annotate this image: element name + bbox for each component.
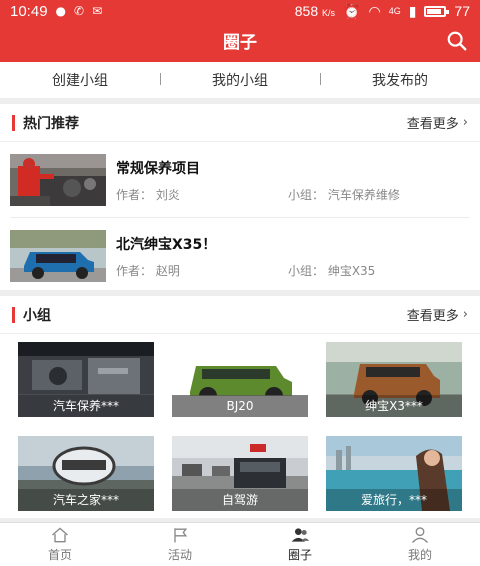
missed-call-icon: ✆ <box>74 4 85 18</box>
group-card[interactable]: 汽车保养*** <box>18 342 154 417</box>
bottom-nav: 首页 活动 圈子 我的 <box>0 522 480 566</box>
group-card[interactable]: 爱旅行，*** <box>326 436 462 511</box>
nav-label: 我的 <box>407 548 432 562</box>
group-label: 自驾游 <box>172 489 308 511</box>
tab-bar: 创建小组 我的小组 我发布的 <box>0 62 480 98</box>
groups-section: 小组 查看更多 › 汽车保养*** BJ20 绅宝X3*** 汽车之家*** 自… <box>0 296 480 518</box>
top-bar: 10:49 ● ✆ ✉ 858 K/s ⏰ ◠ 4G ▮ 77 圈子 <box>0 0 480 62</box>
groups-more-link[interactable]: 查看更多 <box>407 305 459 324</box>
groups-section-title: 小组 <box>23 307 51 324</box>
hot-more-link[interactable]: 查看更多 <box>407 113 459 132</box>
nav-home[interactable]: 首页 <box>0 523 120 566</box>
group-label: 爱旅行，*** <box>326 489 462 511</box>
home-icon <box>52 527 68 543</box>
group-card[interactable]: 自驾游 <box>172 436 308 511</box>
search-icon <box>447 31 467 51</box>
message-icon: ● <box>55 4 67 18</box>
post-item[interactable]: 常规保养项目 作者： 刘炎 小组： 汽车保养维修 <box>10 148 470 218</box>
tab-my-posts[interactable]: 我发布的 <box>320 70 480 90</box>
nav-profile[interactable]: 我的 <box>360 523 480 566</box>
group-label: 汽车保养*** <box>18 395 154 417</box>
tab-create-group[interactable]: 创建小组 <box>0 70 160 90</box>
nav-activity[interactable]: 活动 <box>120 523 240 566</box>
group-icon <box>291 528 310 542</box>
nav-label: 圈子 <box>287 548 312 562</box>
signal-icon: ▮ <box>408 2 417 19</box>
group-label: 绅宝X3*** <box>326 395 462 417</box>
person-icon <box>412 527 428 543</box>
group-card[interactable]: 绅宝X3*** <box>326 342 462 417</box>
post-thumbnail-mechanic <box>10 154 106 206</box>
hot-section-title: 热门推荐 <box>23 115 79 132</box>
network-type: 4G <box>388 6 401 16</box>
battery-level: 77 <box>454 3 470 19</box>
post-item[interactable]: 北汽绅宝X35！ 作者： 赵明 小组： 绅宝X35 <box>10 224 470 294</box>
groups-section-header: 小组 查看更多 › <box>0 296 480 334</box>
hot-section-header: 热门推荐 查看更多 › <box>0 104 480 142</box>
nav-label: 首页 <box>47 548 72 562</box>
network-speed: 858 K/s <box>294 3 336 19</box>
chevron-right-icon: › <box>462 115 468 130</box>
post-group: 小组： 绅宝X35 <box>288 264 376 278</box>
hot-section: 热门推荐 查看更多 › 常规保养项目 作者： 刘炎 小组： 汽车保养维修 北汽绅… <box>0 104 480 290</box>
battery-icon <box>424 5 450 17</box>
post-title: 常规保养项目 <box>116 161 200 177</box>
group-label: BJ20 <box>172 395 308 417</box>
alarm-icon: ⏰ <box>343 2 361 19</box>
chevron-right-icon: › <box>462 307 468 322</box>
tab-my-groups[interactable]: 我的小组 <box>160 70 320 90</box>
section-accent-bar <box>12 114 15 131</box>
mail-icon: ✉ <box>92 4 103 18</box>
section-accent-bar <box>12 306 15 323</box>
nav-circle[interactable]: 圈子 <box>240 523 360 566</box>
status-time: 10:49 <box>10 2 48 20</box>
search-button[interactable] <box>446 30 468 52</box>
status-bar: 10:49 ● ✆ ✉ 858 K/s ⏰ ◠ 4G ▮ 77 <box>0 0 480 22</box>
post-author: 作者： 刘炎 <box>116 188 180 202</box>
post-author: 作者： 赵明 <box>116 264 180 278</box>
flag-icon <box>174 528 188 543</box>
post-group: 小组： 汽车保养维修 <box>288 188 400 202</box>
group-card[interactable]: 汽车之家*** <box>18 436 154 511</box>
page-title: 圈子 <box>223 33 257 53</box>
wifi-icon: ◠ <box>368 2 381 19</box>
app-screen: 10:49 ● ✆ ✉ 858 K/s ⏰ ◠ 4G ▮ 77 圈子 创建小组 … <box>0 0 480 566</box>
post-thumbnail-blue-suv <box>10 230 106 282</box>
post-title: 北汽绅宝X35！ <box>116 237 217 253</box>
nav-label: 活动 <box>167 548 192 562</box>
group-card[interactable]: BJ20 <box>172 342 308 417</box>
group-label: 汽车之家*** <box>18 489 154 511</box>
